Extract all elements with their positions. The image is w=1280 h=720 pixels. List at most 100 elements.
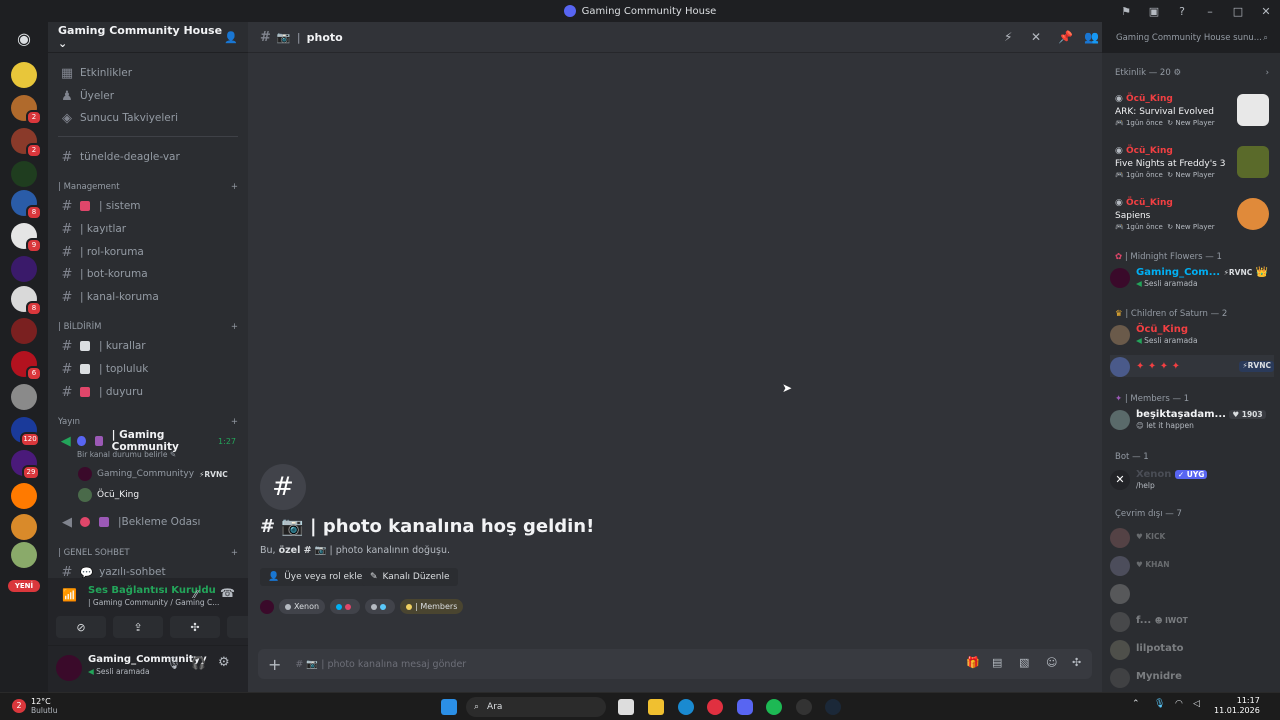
category-bildirim[interactable]: | BİLDİRİM + [58, 320, 238, 334]
spotify-icon[interactable] [766, 699, 782, 715]
server-icon[interactable] [11, 514, 37, 540]
emoji-icon[interactable]: ☺ [1046, 656, 1057, 669]
inbox-icon[interactable]: ⚑ [1112, 5, 1140, 18]
sticker-icon[interactable]: ▧ [1019, 656, 1029, 669]
activity-card[interactable]: ◉ Öcü_King ARK: Survival Evolved 🎮 1gün ön… [1115, 94, 1275, 127]
apps-icon[interactable]: ✣ [1072, 656, 1081, 669]
role-chip[interactable] [365, 599, 396, 614]
message-input[interactable]: # 📷 | photo kanalına mesaj gönder [295, 659, 466, 670]
headphones-icon[interactable]: 🎧 [191, 656, 206, 670]
opera-icon[interactable] [707, 699, 723, 715]
sidebar-item-events[interactable]: ▦ Etkinlikler [56, 63, 240, 83]
category-genel[interactable]: | GENEL SOHBET + [58, 546, 238, 560]
activity-card[interactable]: ◉ Öcü_King Sapiens 🎮 1gün önce ↻ New Playe… [1115, 198, 1275, 231]
channel-item[interactable]: # | duyuru [56, 382, 240, 402]
edit-channel-button[interactable]: ✎ Kanalı Düzenle [362, 568, 458, 586]
channel-item[interactable]: # | rol-koruma [56, 242, 240, 262]
steam-icon[interactable] [825, 699, 841, 715]
minimize-button[interactable]: – [1196, 5, 1224, 18]
activities-button[interactable]: ✣ [170, 616, 220, 638]
pin-icon[interactable]: 📌 [1058, 30, 1073, 44]
taskbar-search[interactable]: ⌕ Ara [466, 697, 606, 717]
camera-off-button[interactable]: ⊘ [56, 616, 106, 638]
guild-header[interactable]: Gaming Community House ⌄ 👤 [48, 22, 248, 53]
close-button[interactable]: ✕ [1252, 5, 1280, 18]
activity-card[interactable]: ◉ Öcü_King Five Nights at Freddy's 3 🎮 1gü… [1115, 146, 1275, 179]
gear-icon[interactable]: ⚙ [218, 655, 230, 670]
member-item[interactable]: ♥ KICK [1110, 527, 1274, 548]
maximize-button[interactable]: □ [1224, 5, 1252, 18]
channel-item[interactable]: # tünelde-deagle-var [56, 147, 240, 167]
server-icon[interactable] [11, 384, 37, 410]
category-management[interactable]: | Management + [58, 180, 238, 194]
member-item[interactable]: Mynidre [1110, 667, 1274, 688]
clock[interactable]: 11:17 11.01.2026 [1214, 696, 1260, 716]
server-icon[interactable] [11, 483, 37, 509]
gif-icon[interactable]: ▤ [992, 656, 1002, 669]
task-view-icon[interactable] [618, 699, 634, 715]
server-icon[interactable] [11, 542, 37, 568]
add-channel-icon[interactable]: + [231, 182, 238, 192]
volume-icon[interactable]: ◁ [1193, 699, 1200, 709]
channel-item[interactable]: # | kanal-koruma [56, 287, 240, 307]
member-item[interactable] [1110, 583, 1274, 604]
add-channel-icon[interactable]: + [231, 548, 238, 558]
plus-icon[interactable]: + [268, 655, 281, 674]
gift-icon[interactable]: 🎁 [966, 656, 980, 669]
channel-item[interactable]: # | topluluk [56, 359, 240, 379]
steam-icon[interactable] [796, 699, 812, 715]
sidebar-item-boosts[interactable]: ◈ Sunucu Takviyeleri [56, 108, 240, 128]
notification-off-icon[interactable]: ✕ [1031, 30, 1041, 44]
sidebar-item-members[interactable]: ♟ Üyeler [56, 86, 240, 106]
member-item[interactable]: f... ☻ IWOT [1110, 611, 1274, 632]
voice-user[interactable]: Gaming_Communityy ⚡RVNC [78, 465, 228, 483]
search-input[interactable]: Gaming Community House sunu... ⌕ [1110, 29, 1274, 47]
threads-icon[interactable]: ⚡ [1004, 30, 1012, 44]
discord-icon[interactable] [737, 699, 753, 715]
server-icon[interactable] [11, 256, 37, 282]
windows-start-icon[interactable] [441, 699, 457, 715]
member-item[interactable]: lilpotato [1110, 639, 1274, 660]
voice-status[interactable]: Bir kanal durumu belirle ✎ [77, 450, 176, 459]
discord-home-icon[interactable]: ◉ [11, 26, 37, 52]
channel-item[interactable]: # | sistem [56, 196, 240, 216]
channel-item[interactable]: # | kurallar [56, 336, 240, 356]
voice-user[interactable]: Öcü_King [78, 486, 139, 504]
noise-suppression-icon[interactable]: ⁄⁄ [194, 588, 198, 601]
file-explorer-icon[interactable] [648, 699, 664, 715]
microphone-icon[interactable]: 🎙 [166, 656, 181, 670]
voice-channel-item[interactable]: ◀ |Bekleme Odası [56, 512, 240, 532]
avatar[interactable] [56, 655, 82, 681]
member-item[interactable]: beşiktaşadam... ♥ 1903 😊 let it happen [1110, 409, 1274, 430]
voice-channel-item[interactable]: ◀ | Gaming Community 1:27 [56, 429, 240, 453]
screen-share-button[interactable]: ⇪ [113, 616, 163, 638]
help-icon[interactable]: ? [1168, 5, 1196, 18]
add-channel-icon[interactable]: + [231, 417, 238, 427]
member-item[interactable]: Gaming_Com... ⚡RVNC 👑 ◀ Sesli aramada [1110, 267, 1274, 288]
edge-icon[interactable] [678, 699, 694, 715]
member-item[interactable]: ♥ KHAN [1110, 555, 1274, 576]
new-unreads-badge[interactable]: YENİ [8, 580, 40, 592]
signal-icon[interactable]: 📶 [62, 588, 77, 602]
activity-header[interactable]: Etkinlik — 20 ⚙ › [1115, 68, 1269, 78]
disconnect-icon[interactable]: ☎ [220, 586, 235, 600]
role-chip[interactable] [330, 599, 361, 614]
server-icon[interactable] [11, 318, 37, 344]
channel-item[interactable]: # | bot-koruma [56, 264, 240, 284]
role-chip[interactable]: Xenon [279, 599, 326, 614]
role-chip[interactable]: | Members [400, 599, 464, 614]
member-item[interactable]: Öcü_King ◀ Sesli aramada [1110, 324, 1274, 345]
add-channel-icon[interactable]: + [231, 322, 238, 332]
add-member-button[interactable]: 👤 Üye veya rol ekle [260, 568, 371, 586]
category-yayin[interactable]: Yayın + [58, 415, 238, 429]
wifi-icon[interactable]: ◠ [1175, 699, 1183, 709]
chevron-up-icon[interactable]: ⌃ [1132, 699, 1140, 709]
server-icon[interactable] [11, 62, 37, 88]
member-item[interactable]: ✦ ✦ ✦ ✦ ⚡RVNC [1110, 355, 1274, 377]
microphone-icon[interactable]: 🎙 [1154, 699, 1165, 709]
member-list-icon[interactable]: 👥 [1084, 30, 1099, 44]
member-item[interactable]: ✕ Xenon ✓ UYG/help [1110, 469, 1274, 490]
screen-icon[interactable]: ▣ [1140, 5, 1168, 18]
invite-icon[interactable]: 👤 [224, 31, 238, 44]
server-icon[interactable] [11, 161, 37, 187]
